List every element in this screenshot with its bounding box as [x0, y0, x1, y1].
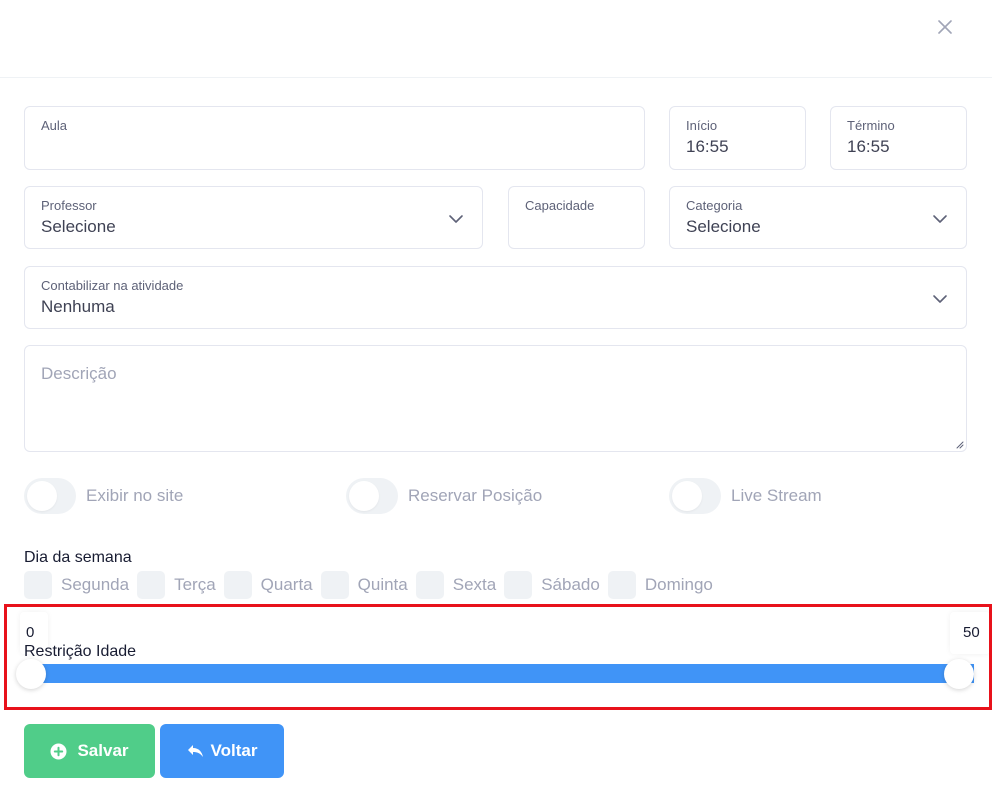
inicio-value: 16:55 — [686, 137, 729, 156]
switch-track[interactable] — [346, 478, 398, 514]
day-checkbox[interactable] — [24, 571, 52, 599]
close-icon — [938, 20, 952, 34]
day-label: Domingo — [644, 575, 713, 594]
slider-range-fill — [24, 664, 974, 683]
dia-semana-title: Dia da semana — [24, 549, 132, 566]
professor-select[interactable]: Professor Selecione — [24, 186, 483, 249]
day-label: Quarta — [260, 575, 313, 594]
modal-header — [0, 0, 992, 78]
day-sabado[interactable]: Sábado — [504, 571, 600, 599]
switch-track[interactable] — [669, 478, 721, 514]
categoria-select[interactable]: Categoria Selecione — [669, 186, 967, 249]
back-button[interactable]: Voltar — [160, 724, 284, 778]
day-segunda[interactable]: Segunda — [24, 571, 129, 599]
switch-knob — [672, 481, 702, 511]
toggle-reservar-posicao[interactable]: Reservar Posição — [346, 477, 542, 515]
aula-label: Aula — [41, 118, 68, 133]
categoria-value: Selecione — [686, 217, 761, 236]
toggle-label: Reservar Posição — [408, 486, 543, 505]
resize-grip-icon[interactable] — [954, 439, 964, 449]
toggle-label: Exibir no site — [86, 486, 184, 505]
day-label: Segunda — [61, 575, 130, 594]
highlight-frame — [4, 604, 992, 710]
termino-label: Término — [847, 118, 895, 133]
termino-value: 16:55 — [847, 137, 890, 156]
day-label: Terça — [174, 575, 216, 594]
switch-knob — [349, 481, 379, 511]
day-checkbox[interactable] — [504, 571, 533, 599]
undo-arrow-icon — [187, 743, 205, 759]
day-checkbox[interactable] — [320, 571, 349, 599]
restricao-idade-label: Restrição Idade — [24, 643, 137, 660]
aula-input[interactable]: Aula — [24, 106, 645, 170]
contabilizar-select[interactable]: Contabilizar na atividade Nenhuma — [24, 266, 967, 329]
inicio-input[interactable]: Início 16:55 — [669, 106, 806, 170]
toggle-live-stream[interactable]: Live Stream — [669, 477, 822, 515]
day-label: Quinta — [357, 575, 408, 594]
chevron-down-icon — [449, 215, 463, 223]
professor-label: Professor — [41, 198, 97, 213]
slider-max-value: 50 — [950, 612, 990, 654]
day-quarta[interactable]: Quarta — [223, 571, 313, 599]
back-label: Voltar — [210, 741, 258, 760]
switch-knob — [27, 481, 57, 511]
professor-value: Selecione — [41, 217, 116, 236]
day-checkbox[interactable] — [607, 571, 636, 599]
toggle-exibir-site[interactable]: Exibir no site — [24, 477, 183, 515]
day-checkbox[interactable] — [415, 571, 444, 599]
contabilizar-value: Nenhuma — [41, 297, 115, 316]
plus-circle-icon — [50, 743, 67, 760]
slider-handle-max[interactable] — [944, 659, 974, 689]
inicio-label: Início — [686, 118, 718, 133]
day-label: Sábado — [541, 575, 600, 594]
capacidade-input[interactable]: Capacidade — [508, 186, 645, 249]
switch-track[interactable] — [24, 478, 76, 514]
day-domingo[interactable]: Domingo — [607, 571, 713, 599]
day-terca[interactable]: Terça — [137, 571, 216, 599]
slider-handle-min[interactable] — [16, 659, 46, 689]
toggle-label: Live Stream — [731, 486, 822, 505]
contabilizar-label: Contabilizar na atividade — [41, 278, 184, 293]
day-checkbox[interactable] — [223, 571, 252, 599]
chevron-down-icon — [933, 295, 947, 303]
categoria-label: Categoria — [686, 198, 743, 213]
day-label: Sexta — [452, 575, 497, 594]
descricao-placeholder: Descrição — [41, 364, 117, 383]
save-label: Salvar — [77, 741, 129, 760]
day-sexta[interactable]: Sexta — [415, 571, 497, 599]
capacidade-label: Capacidade — [525, 198, 595, 213]
descricao-textarea[interactable]: Descrição — [24, 345, 967, 452]
close-button[interactable] — [930, 12, 960, 42]
day-checkbox[interactable] — [137, 571, 166, 599]
save-button[interactable]: Salvar — [24, 724, 155, 778]
day-quinta[interactable]: Quinta — [320, 571, 408, 599]
slider-track[interactable] — [24, 664, 974, 683]
days-checkbox-group: Segunda Terça Quarta Quinta Sexta Sábado… — [24, 571, 721, 599]
chevron-down-icon — [933, 215, 947, 223]
termino-input[interactable]: Término 16:55 — [830, 106, 967, 170]
